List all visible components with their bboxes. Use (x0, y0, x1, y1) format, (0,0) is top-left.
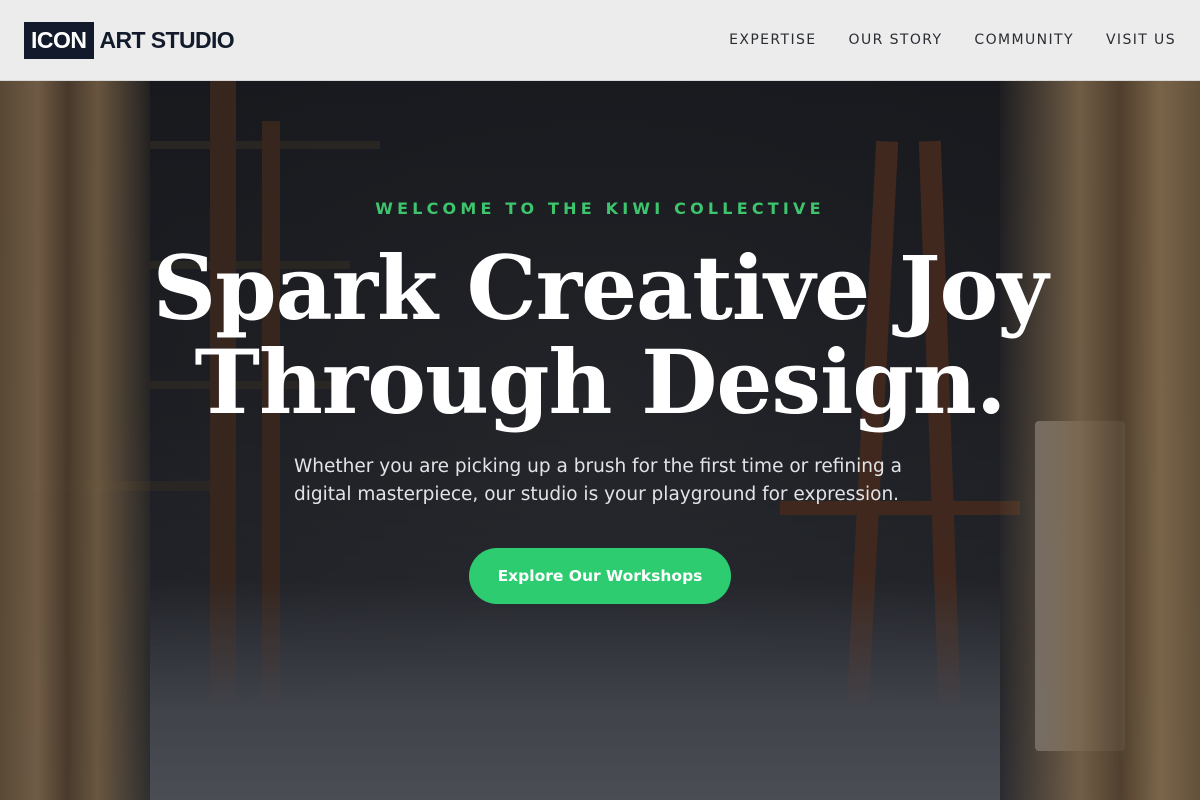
explore-workshops-button[interactable]: Explore Our Workshops (469, 548, 731, 604)
nav-link-our-story[interactable]: OUR STORY (849, 32, 943, 48)
hero-subtext: Whether you are picking up a brush for t… (294, 456, 902, 505)
site-header: ICON ART STUDIO EXPERTISE OUR STORY COMM… (0, 0, 1200, 81)
logo[interactable]: ICON ART STUDIO (24, 21, 235, 59)
hero-eyebrow: WELCOME TO THE KIWI COLLECTIVE (375, 199, 825, 218)
hero-headline: Spark Creative Joy Through Design. (0, 241, 1200, 429)
nav-link-community[interactable]: COMMUNITY (974, 32, 1074, 48)
logo-mark: ICON (24, 21, 94, 59)
main-nav: EXPERTISE OUR STORY COMMUNITY VISIT US (697, 32, 1176, 48)
headline-line-1: Spark Creative Joy (152, 236, 1049, 340)
logo-text: ART STUDIO (99, 26, 235, 53)
hero-content: WELCOME TO THE KIWI COLLECTIVE Spark Cre… (0, 81, 1200, 800)
nav-link-expertise[interactable]: EXPERTISE (729, 32, 816, 48)
nav-link-visit-us[interactable]: VISIT US (1106, 32, 1176, 48)
headline-line-2: Through Design. (194, 330, 1006, 434)
